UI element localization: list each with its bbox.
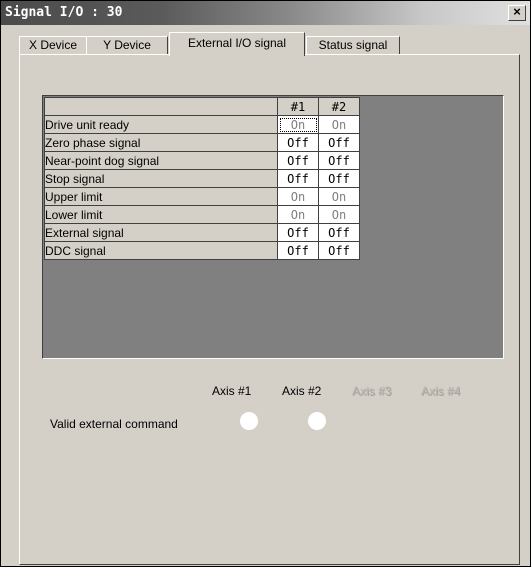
row-label-near-point-dog-signal: Near-point dog signal xyxy=(44,151,278,170)
row-label-external-signal: External signal xyxy=(44,223,278,242)
table-row: Drive unit ready On On xyxy=(44,115,360,134)
tab-external-io-signal[interactable]: External I/O signal xyxy=(169,32,305,56)
cell-value[interactable]: On xyxy=(277,115,319,134)
cell-value[interactable]: Off xyxy=(318,151,360,170)
cell-value[interactable]: On xyxy=(318,115,360,134)
row-label-zero-phase-signal: Zero phase signal xyxy=(44,133,278,152)
cell-value[interactable]: Off xyxy=(318,169,360,188)
tab-x-device[interactable]: X Device xyxy=(19,36,87,56)
cell-value[interactable]: Off xyxy=(277,133,319,152)
cell-value[interactable]: On xyxy=(318,205,360,224)
column-header-axis-2: #2 xyxy=(318,97,360,116)
table-header-row: #1 #2 xyxy=(44,97,360,116)
row-label-upper-limit: Upper limit xyxy=(44,187,278,206)
axis-1-status-lamp xyxy=(240,412,258,430)
tab-y-device[interactable]: Y Device xyxy=(86,36,168,56)
window-title: Signal I/O : 30 xyxy=(5,5,123,20)
table-row: Lower limit On On xyxy=(44,205,360,224)
cell-value[interactable]: Off xyxy=(318,241,360,260)
table-row: DDC signal Off Off xyxy=(44,241,360,260)
row-label-stop-signal: Stop signal xyxy=(44,169,278,188)
axis-1-label: Axis #1 xyxy=(212,384,252,398)
signal-grid[interactable]: #1 #2 Drive unit ready On On Zero phase … xyxy=(42,95,504,359)
title-bar[interactable]: Signal I/O : 30 × xyxy=(1,1,530,25)
table-row: Zero phase signal Off Off xyxy=(44,133,360,152)
row-label-drive-unit-ready: Drive unit ready xyxy=(44,115,278,134)
cell-value[interactable]: Off xyxy=(277,241,319,260)
cell-value[interactable]: On xyxy=(277,187,319,206)
header-corner xyxy=(44,97,278,116)
cell-value[interactable]: On xyxy=(277,205,319,224)
cell-value[interactable]: Off xyxy=(318,133,360,152)
close-button[interactable]: × xyxy=(508,5,526,21)
tab-status-signal[interactable]: Status signal xyxy=(306,36,400,56)
valid-external-command-label: Valid external command xyxy=(50,417,178,431)
cell-value[interactable]: On xyxy=(318,187,360,206)
axis-2-status-lamp xyxy=(308,412,326,430)
cell-value[interactable]: Off xyxy=(277,223,319,242)
table-row: External signal Off Off xyxy=(44,223,360,242)
axis-3-label: Axis #3 xyxy=(352,384,392,398)
tab-panel: #1 #2 Drive unit ready On On Zero phase … xyxy=(19,54,520,565)
signal-table: #1 #2 Drive unit ready On On Zero phase … xyxy=(44,97,360,260)
cell-value[interactable]: Off xyxy=(318,223,360,242)
column-header-axis-1: #1 xyxy=(277,97,319,116)
axis-2-label: Axis #2 xyxy=(282,384,322,398)
signal-io-window: Signal I/O : 30 × X Device Y Device Exte… xyxy=(0,0,531,567)
row-label-ddc-signal: DDC signal xyxy=(44,241,278,260)
cell-value[interactable]: Off xyxy=(277,169,319,188)
table-row: Stop signal Off Off xyxy=(44,169,360,188)
row-label-lower-limit: Lower limit xyxy=(44,205,278,224)
cell-value[interactable]: Off xyxy=(277,151,319,170)
table-row: Near-point dog signal Off Off xyxy=(44,151,360,170)
table-row: Upper limit On On xyxy=(44,187,360,206)
axis-4-label: Axis #4 xyxy=(421,384,461,398)
